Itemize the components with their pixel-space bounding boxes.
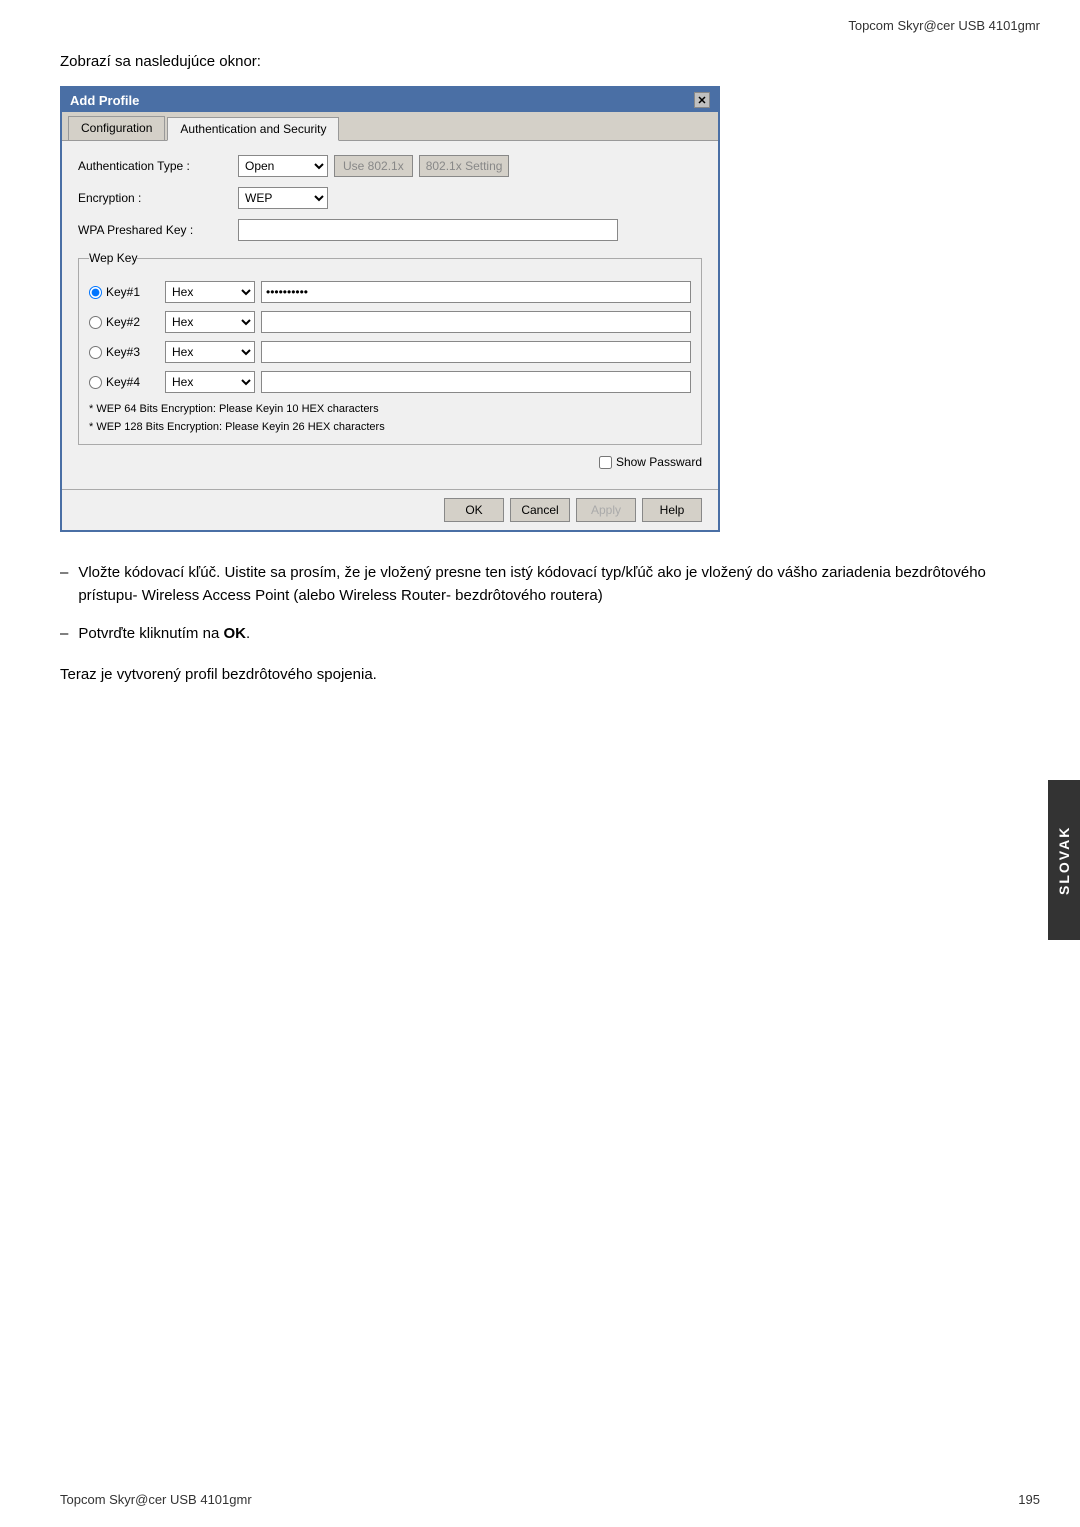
- key4-type-select[interactable]: Hex ASCII: [165, 371, 255, 393]
- bullet-text-2: Potvrďte kliknutím na OK.: [78, 623, 250, 646]
- show-password-row: Show Passward: [78, 455, 702, 469]
- key4-input[interactable]: [261, 371, 691, 393]
- dialog-body: Authentication Type : Open Shared WPA Us…: [62, 141, 718, 489]
- key3-type-select[interactable]: Hex ASCII: [165, 341, 255, 363]
- key2-radio-label[interactable]: Key#2: [89, 315, 159, 329]
- encryption-select[interactable]: WEP TKIP AES None: [238, 187, 328, 209]
- dialog-titlebar: Add Profile ✕: [62, 88, 718, 112]
- key1-type-select[interactable]: Hex ASCII: [165, 281, 255, 303]
- ok-button[interactable]: OK: [444, 498, 504, 522]
- wep-key-row-2: Key#2 Hex ASCII: [89, 311, 691, 333]
- wpa-key-row: WPA Preshared Key :: [78, 219, 702, 241]
- dialog-title: Add Profile: [70, 93, 139, 108]
- key1-label: Key#1: [106, 285, 140, 299]
- help-button[interactable]: Help: [642, 498, 702, 522]
- wep-notes: * WEP 64 Bits Encryption: Please Keyin 1…: [89, 401, 691, 436]
- wep-note-1: * WEP 64 Bits Encryption: Please Keyin 1…: [89, 401, 691, 419]
- close-button[interactable]: ✕: [694, 92, 710, 108]
- key3-label: Key#3: [106, 345, 140, 359]
- key3-radio-label[interactable]: Key#3: [89, 345, 159, 359]
- tab-configuration[interactable]: Configuration: [68, 116, 165, 140]
- footer-left: Topcom Skyr@cer USB 4101gmr: [60, 1492, 252, 1507]
- wep-key-legend: Wep Key: [89, 251, 137, 265]
- dash-2: –: [60, 623, 68, 646]
- ok-bold: OK: [223, 625, 246, 642]
- key2-label: Key#2: [106, 315, 140, 329]
- show-password-checkbox[interactable]: [599, 456, 612, 469]
- wep-key-group: Wep Key Key#1 Hex ASCII Key#2: [78, 251, 702, 445]
- dash-1: –: [60, 562, 68, 607]
- wpa-key-label: WPA Preshared Key :: [78, 223, 238, 237]
- key4-radio[interactable]: [89, 376, 102, 389]
- wpa-key-input[interactable]: [238, 219, 618, 241]
- key4-radio-label[interactable]: Key#4: [89, 375, 159, 389]
- wep-note-2: * WEP 128 Bits Encryption: Please Keyin …: [89, 419, 691, 437]
- auth-type-label: Authentication Type :: [78, 159, 238, 173]
- page-header: Topcom Skyr@cer USB 4101gmr: [0, 0, 1080, 33]
- encryption-row: Encryption : WEP TKIP AES None: [78, 187, 702, 209]
- key1-radio[interactable]: [89, 286, 102, 299]
- 8021x-setting-button[interactable]: 802.1x Setting: [419, 155, 510, 177]
- key2-input[interactable]: [261, 311, 691, 333]
- add-profile-dialog: Add Profile ✕ Configuration Authenticati…: [60, 86, 720, 532]
- cancel-button[interactable]: Cancel: [510, 498, 570, 522]
- intro-text: Zobrazí sa nasledujúce oknor:: [0, 33, 1080, 86]
- conclusion-text: Teraz je vytvorený profil bezdrôtového s…: [0, 666, 1080, 713]
- auth-type-controls: Open Shared WPA Use 802.1x 802.1x Settin…: [238, 155, 702, 177]
- key2-radio[interactable]: [89, 316, 102, 329]
- use-8021x-button[interactable]: Use 802.1x: [334, 155, 413, 177]
- wep-key-row-3: Key#3 Hex ASCII: [89, 341, 691, 363]
- dialog-footer: OK Cancel Apply Help: [62, 489, 718, 530]
- tab-auth-security[interactable]: Authentication and Security: [167, 117, 339, 141]
- key1-input[interactable]: [261, 281, 691, 303]
- bullet-list: – Vložte kódovací kľúč. Uistite sa prosí…: [60, 562, 1020, 646]
- key4-label: Key#4: [106, 375, 140, 389]
- key3-input[interactable]: [261, 341, 691, 363]
- list-item-2: – Potvrďte kliknutím na OK.: [60, 623, 1020, 646]
- bullet-text-1: Vložte kódovací kľúč. Uistite sa prosím,…: [78, 562, 1020, 607]
- show-password-label: Show Passward: [616, 455, 702, 469]
- key2-type-select[interactable]: Hex ASCII: [165, 311, 255, 333]
- key1-radio-label[interactable]: Key#1: [89, 285, 159, 299]
- side-label: SLOVAK: [1048, 780, 1080, 940]
- wep-key-row-1: Key#1 Hex ASCII: [89, 281, 691, 303]
- wep-key-row-4: Key#4 Hex ASCII: [89, 371, 691, 393]
- auth-type-row: Authentication Type : Open Shared WPA Us…: [78, 155, 702, 177]
- encryption-controls: WEP TKIP AES None: [238, 187, 702, 209]
- apply-button[interactable]: Apply: [576, 498, 636, 522]
- dialog-tabs: Configuration Authentication and Securit…: [62, 112, 718, 141]
- footer-right: 195: [1018, 1492, 1040, 1507]
- encryption-label: Encryption :: [78, 191, 238, 205]
- auth-type-select[interactable]: Open Shared WPA: [238, 155, 328, 177]
- key3-radio[interactable]: [89, 346, 102, 359]
- page-footer: Topcom Skyr@cer USB 4101gmr 195: [60, 1492, 1040, 1507]
- wpa-key-controls: [238, 219, 702, 241]
- list-item-1: – Vložte kódovací kľúč. Uistite sa prosí…: [60, 562, 1020, 607]
